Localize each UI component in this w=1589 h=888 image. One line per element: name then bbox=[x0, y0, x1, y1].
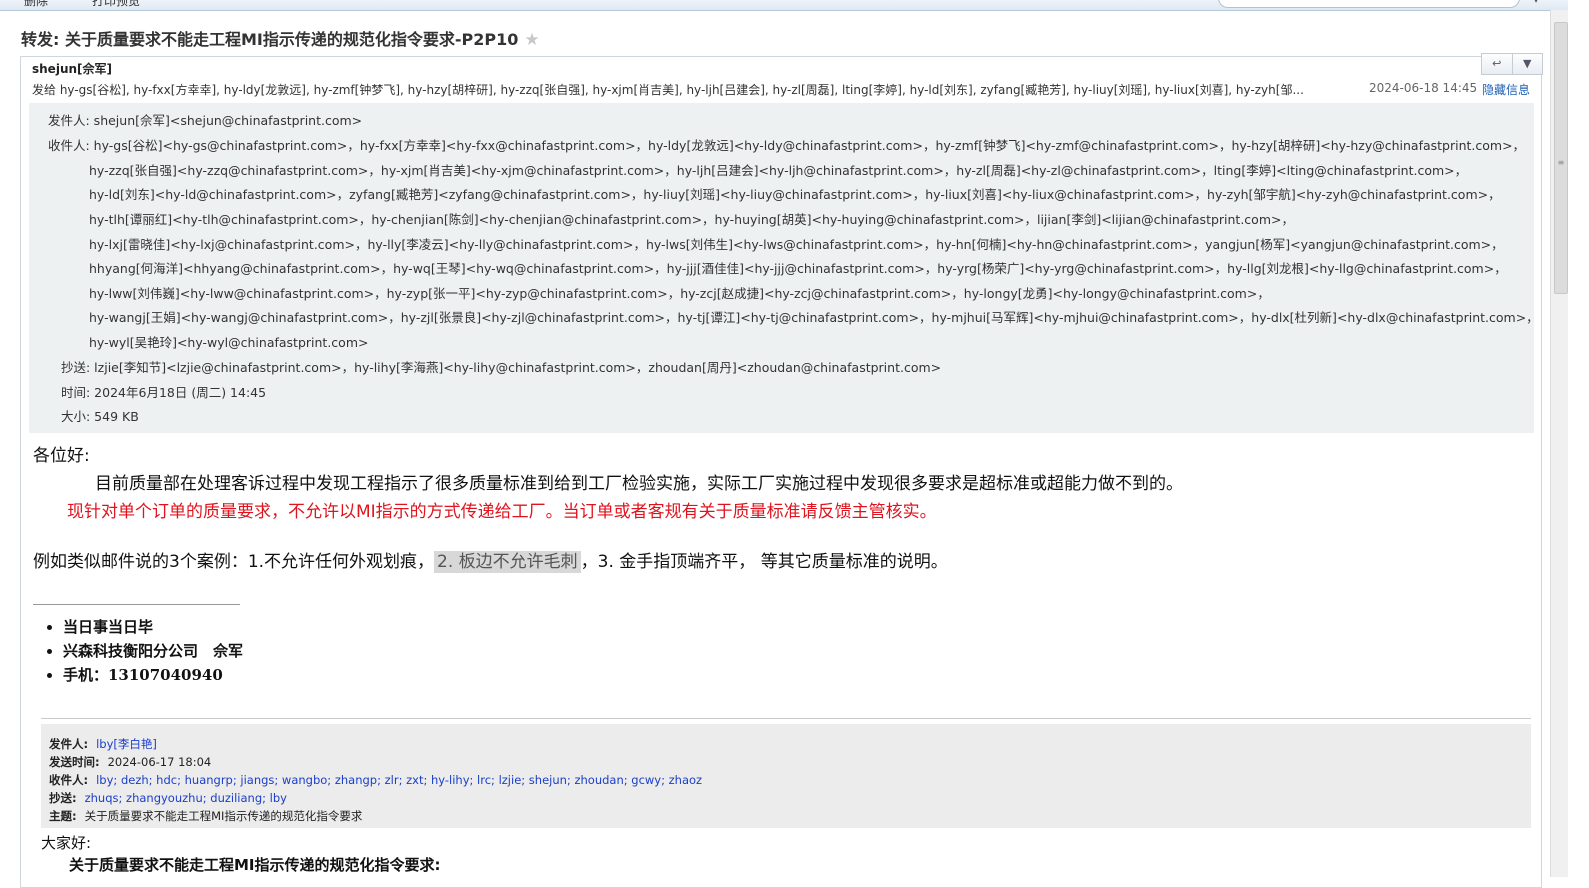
detail-size: 大小: 549 KB bbox=[61, 409, 139, 424]
mail-subject: 转发: 关于质量要求不能走工程MI指示传递的规范化指令要求-P2P10 ★ bbox=[21, 26, 540, 50]
signature-line: 手机：13107040940 bbox=[63, 663, 243, 687]
detail-from: 发件人: shejun[佘军]<shejun@chinafastprint.co… bbox=[48, 113, 363, 128]
message-frame: shejun[佘军] ↩ ▼ 发给 hy-gs[谷松], hy-fxx[方幸幸]… bbox=[20, 53, 1543, 888]
detail-to-line: hhyang[何海洋]<hhyang@chinafastprint.com>，h… bbox=[89, 261, 1507, 276]
scrollbar-thumb[interactable]: ≡ bbox=[1554, 22, 1568, 294]
body-paragraph-examples: 例如类似邮件说的3个案例：1.不允许任何外观划痕， 2. 板边不允许毛刺 ，3. 金… bbox=[33, 547, 948, 573]
signature-list: 当日事当日毕 兴森科技衡阳分公司 佘军 手机：13107040940 bbox=[43, 615, 243, 687]
subject-bar: 转发: 关于质量要求不能走工程MI指示传递的规范化指令要求-P2P10 ★ bbox=[0, 18, 1548, 54]
quoted-subject-row: 主题: 关于质量要求不能走工程MI指示传递的规范化指令要求 bbox=[49, 808, 362, 824]
details-panel: 发件人: shejun[佘军]<shejun@chinafastprint.co… bbox=[29, 103, 1539, 433]
reply-icon[interactable]: ↩ bbox=[1482, 54, 1513, 74]
vertical-scrollbar[interactable]: ≡ bbox=[1550, 10, 1569, 877]
more-actions-icon[interactable]: ▼ bbox=[1513, 54, 1543, 74]
recipients-summary: 发给 hy-gs[谷松], hy-fxx[方幸幸], hy-ldy[龙敦远], … bbox=[32, 83, 1304, 97]
body-paragraph-red: 现针对单个订单的质量要求，不允许以MI指示的方式传递给工厂。当订单或者客规有关于… bbox=[67, 502, 937, 522]
reply-button-group: ↩ ▼ bbox=[1481, 53, 1543, 75]
detail-time: 时间: 2024年6月18日 (周二) 14:45 bbox=[61, 385, 267, 400]
quoted-from-label: 发件人: bbox=[49, 737, 89, 751]
quoted-to-label: 收件人: bbox=[49, 773, 89, 787]
signature-line: 当日事当日毕 bbox=[63, 615, 243, 639]
more-icon[interactable]: ▾ bbox=[1533, 0, 1539, 6]
quoted-to-links[interactable]: lby; dezh; hdc; huangrp; jiangs; wangbo;… bbox=[96, 773, 702, 787]
signature-divider bbox=[33, 604, 240, 605]
quoted-title: 关于质量要求不能走工程MI指示传递的规范化指令要求: bbox=[69, 856, 441, 874]
body-greeting: 各位好: bbox=[33, 446, 90, 466]
quoted-cc-label: 抄送: bbox=[49, 791, 77, 805]
detail-cc: 抄送: lzjie[李知节]<lzjie@chinafastprint.com>… bbox=[61, 360, 942, 375]
detail-to-line: hy-wyl[吴艳玲]<hy-wyl@chinafastprint.com> bbox=[89, 335, 369, 350]
detail-to-line: hy-tlh[谭丽红]<hy-tlh@chinafastprint.com>，h… bbox=[89, 212, 1294, 227]
detail-to-line: hy-zzq[张自强]<hy-zzq@chinafastprint.com>，h… bbox=[89, 163, 1468, 178]
quoted-sent-value: 2024-06-17 18:04 bbox=[107, 755, 212, 769]
quoted-cc-links[interactable]: zhuqs; zhangyouzhu; duziliang; lby bbox=[85, 791, 287, 805]
quoted-sent-row: 发送时间: 2024-06-17 18:04 bbox=[49, 754, 211, 770]
delete-button[interactable]: 删除 bbox=[24, 0, 48, 9]
star-icon[interactable]: ★ bbox=[524, 30, 539, 50]
highlighted-text: 2. 板边不允许毛刺 bbox=[434, 551, 581, 573]
quoted-sent-label: 发送时间: bbox=[49, 755, 100, 769]
toolbar: 删除 打印预览 ▾ bbox=[0, 0, 1568, 11]
quoted-subject-label: 主题: bbox=[49, 809, 77, 823]
detail-to-line: hy-lww[刘伟巍]<hy-lww@chinafastprint.com>，h… bbox=[89, 286, 1270, 301]
examples-text: 例如类似邮件说的3个案例：1.不允许任何外观划痕， bbox=[33, 552, 435, 572]
detail-to-line: hy-ld[刘东]<hy-ld@chinafastprint.com>，zyfa… bbox=[89, 187, 1501, 202]
body-paragraph: 目前质量部在处理客诉过程中发现工程指示了很多质量标准到给到工厂检验实施，实际工厂… bbox=[95, 474, 1183, 494]
print-preview-button[interactable]: 打印预览 bbox=[92, 0, 140, 9]
hide-info-link[interactable]: 隐藏信息 bbox=[1482, 81, 1530, 98]
mail-subject-text: 转发: 关于质量要求不能走工程MI指示传递的规范化指令要求-P2P10 bbox=[21, 30, 519, 49]
sender-name: shejun[佘军] bbox=[32, 62, 112, 76]
quoted-greeting: 大家好: bbox=[41, 834, 92, 852]
quote-divider bbox=[41, 718, 1531, 719]
detail-to-line: hy-lxj[雷晓佳]<hy-lxj@chinafastprint.com>，h… bbox=[89, 237, 1504, 252]
window-edge bbox=[1568, 0, 1589, 877]
signature-line: 兴森科技衡阳分公司 佘军 bbox=[63, 639, 243, 663]
search-input[interactable] bbox=[1218, 0, 1520, 8]
quoted-header: 发件人: lby[李白艳] 发送时间: 2024-06-17 18:04 收件人: l… bbox=[41, 724, 1531, 828]
quoted-cc-row: 抄送: zhuqs; zhangyouzhu; duziliang; lby bbox=[49, 790, 287, 806]
examples-text: ，3. 金手指顶端齐平， 等其它质量标准的说明。 bbox=[580, 552, 948, 572]
quoted-subject-value: 关于质量要求不能走工程MI指示传递的规范化指令要求 bbox=[84, 809, 363, 823]
quoted-from-link[interactable]: lby[李白艳] bbox=[96, 737, 157, 751]
quoted-to-row: 收件人: lby; dezh; hdc; huangrp; jiangs; wan… bbox=[49, 772, 702, 788]
grip-icon: ≡ bbox=[1557, 158, 1565, 167]
detail-to-line: 收件人: hy-gs[谷松]<hy-gs@chinafastprint.com>… bbox=[48, 138, 1526, 153]
quoted-from-row: 发件人: lby[李白艳] bbox=[49, 736, 157, 752]
detail-to-line: hy-wangj[王娟]<hy-wangj@chinafastprint.com… bbox=[89, 310, 1539, 325]
header-date: 2024-06-18 14:45 bbox=[1369, 81, 1478, 95]
